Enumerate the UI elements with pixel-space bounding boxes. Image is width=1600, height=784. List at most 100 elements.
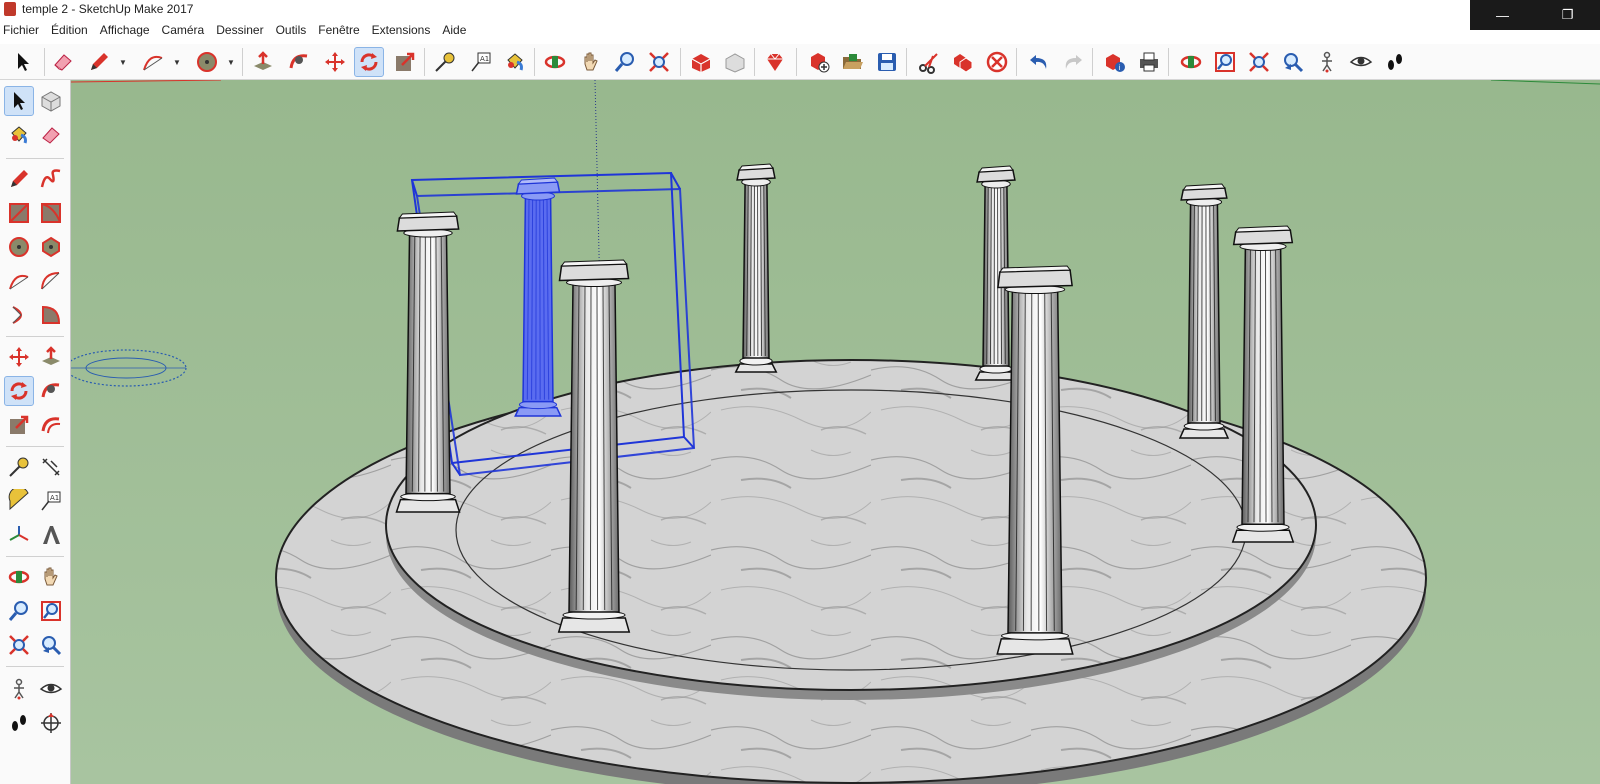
model-info-button[interactable]: i	[1100, 47, 1130, 77]
zoom-extents-tool-button[interactable]	[644, 47, 674, 77]
left-rectangle-tool[interactable]	[4, 198, 34, 228]
share-model-button[interactable]	[720, 47, 750, 77]
left-rotate-tool[interactable]	[4, 376, 34, 406]
cut-button[interactable]	[914, 47, 944, 77]
pan-hand-icon	[44, 567, 58, 586]
left-3d-text-tool[interactable]	[36, 520, 66, 550]
3d-warehouse-button[interactable]	[686, 47, 716, 77]
left-freehand-tool[interactable]	[36, 164, 66, 194]
left-pie-tool[interactable]	[36, 300, 66, 330]
left-offset-tool[interactable]	[36, 410, 66, 440]
left-zoom-tool[interactable]	[4, 596, 34, 626]
zoom-extents-view-button[interactable]	[1244, 47, 1274, 77]
left-arc-tool[interactable]	[4, 266, 34, 296]
rotate-icon	[10, 382, 28, 400]
menu-dessiner[interactable]: Dessiner	[210, 23, 269, 37]
paint-bucket-tool-button[interactable]	[500, 47, 530, 77]
left-protractor-tool[interactable]	[4, 486, 34, 516]
undo-button[interactable]	[1024, 47, 1054, 77]
left-polygon-tool[interactable]	[36, 232, 66, 262]
circle-icon	[9, 237, 29, 257]
left-pencil-tool[interactable]	[4, 164, 34, 194]
orbit-icon	[544, 55, 566, 69]
left-paint-bucket-tool[interactable]	[4, 120, 34, 150]
new-model-button[interactable]	[804, 47, 834, 77]
extension-warehouse-button[interactable]	[760, 47, 790, 77]
arc-tool-button[interactable]	[138, 47, 168, 77]
left-follow-me-tool[interactable]	[36, 376, 66, 406]
left-3point-arc-tool[interactable]	[4, 300, 34, 330]
left-select-tool[interactable]	[4, 86, 34, 116]
zoom-window-button[interactable]	[1210, 47, 1240, 77]
position-camera-button[interactable]	[1312, 47, 1342, 77]
push-pull-tool-button[interactable]	[248, 47, 278, 77]
save-button[interactable]	[872, 47, 902, 77]
left-axes-tool[interactable]	[4, 520, 34, 550]
print-button[interactable]	[1134, 47, 1164, 77]
walk-button[interactable]	[1380, 47, 1410, 77]
menu-fenetre[interactable]: Fenêtre	[312, 23, 365, 37]
menu-fichier[interactable]: Fichier	[0, 23, 45, 37]
left-2point-arc-tool[interactable]	[36, 266, 66, 296]
menu-aide[interactable]: Aide	[436, 23, 472, 37]
left-scale-tool[interactable]	[4, 410, 34, 440]
left-tape-measure-tool[interactable]	[4, 452, 34, 482]
orbit-view-button[interactable]	[1176, 47, 1206, 77]
left-zoom-extents-tool[interactable]	[4, 630, 34, 660]
left-zoom-window-tool[interactable]	[36, 596, 66, 626]
eraser-tool-button[interactable]	[48, 47, 78, 77]
menu-extensions[interactable]: Extensions	[366, 23, 437, 37]
left-orbit-tool[interactable]	[4, 562, 34, 592]
scale-tool-button[interactable]	[390, 47, 420, 77]
minimize-button[interactable]: —	[1470, 0, 1535, 30]
delete-button[interactable]	[982, 47, 1012, 77]
menu-outils[interactable]: Outils	[270, 23, 313, 37]
left-circle-tool[interactable]	[4, 232, 34, 262]
3d-viewport[interactable]	[71, 80, 1600, 784]
pencil-tool-button[interactable]	[84, 47, 114, 77]
select-tool-button[interactable]	[8, 47, 38, 77]
3d-text-icon	[43, 526, 60, 544]
left-pan-tool[interactable]	[36, 562, 66, 592]
move-tool-button[interactable]	[320, 47, 350, 77]
menu-affichage[interactable]: Affichage	[94, 23, 156, 37]
previous-view-button[interactable]	[1278, 47, 1308, 77]
left-position-camera-tool[interactable]	[4, 674, 34, 704]
left-dimension-tool[interactable]	[36, 452, 66, 482]
text-tool-button[interactable]: A1	[466, 47, 496, 77]
left-previous-view-tool[interactable]	[36, 630, 66, 660]
zoom-tool-button[interactable]	[610, 47, 640, 77]
left-make-component-tool[interactable]	[36, 86, 66, 116]
rectangle-icon	[9, 203, 29, 223]
circle-tool-button[interactable]	[192, 47, 222, 77]
left-rotated-rectangle-tool[interactable]	[36, 198, 66, 228]
arc-dropdown-icon[interactable]: ▼	[172, 55, 182, 69]
menu-edition[interactable]: Édition	[45, 23, 94, 37]
pan-tool-button[interactable]	[576, 47, 606, 77]
scale-icon	[396, 52, 415, 71]
rotate-tool-button[interactable]	[354, 47, 384, 77]
left-move-tool[interactable]	[4, 342, 34, 372]
redo-button[interactable]	[1058, 47, 1088, 77]
look-around-button[interactable]	[1346, 47, 1376, 77]
menu-camera[interactable]: Caméra	[156, 23, 211, 37]
orbit-tool-button[interactable]	[540, 47, 570, 77]
circle-dropdown-icon[interactable]: ▼	[226, 55, 236, 69]
left-eraser-tool[interactable]	[36, 120, 66, 150]
left-section-plane-tool[interactable]	[36, 708, 66, 738]
polygon-icon	[42, 236, 60, 258]
open-file-button[interactable]	[838, 47, 868, 77]
push-pull-icon	[254, 51, 272, 70]
eye-icon	[1349, 56, 1373, 67]
follow-me-tool-button[interactable]	[284, 47, 314, 77]
left-look-around-tool[interactable]	[36, 674, 66, 704]
left-push-pull-tool[interactable]	[36, 342, 66, 372]
zoom-window-icon	[41, 601, 61, 621]
left-text-tool[interactable]: A1	[36, 486, 66, 516]
tape-measure-tool-button[interactable]	[430, 47, 460, 77]
pencil-dropdown-icon[interactable]: ▼	[118, 55, 128, 69]
menu-bar: Fichier Édition Affichage Caméra Dessine…	[0, 20, 472, 40]
left-walk-tool[interactable]	[4, 708, 34, 738]
restore-button[interactable]: ❐	[1535, 0, 1600, 30]
copy-button[interactable]	[948, 47, 978, 77]
